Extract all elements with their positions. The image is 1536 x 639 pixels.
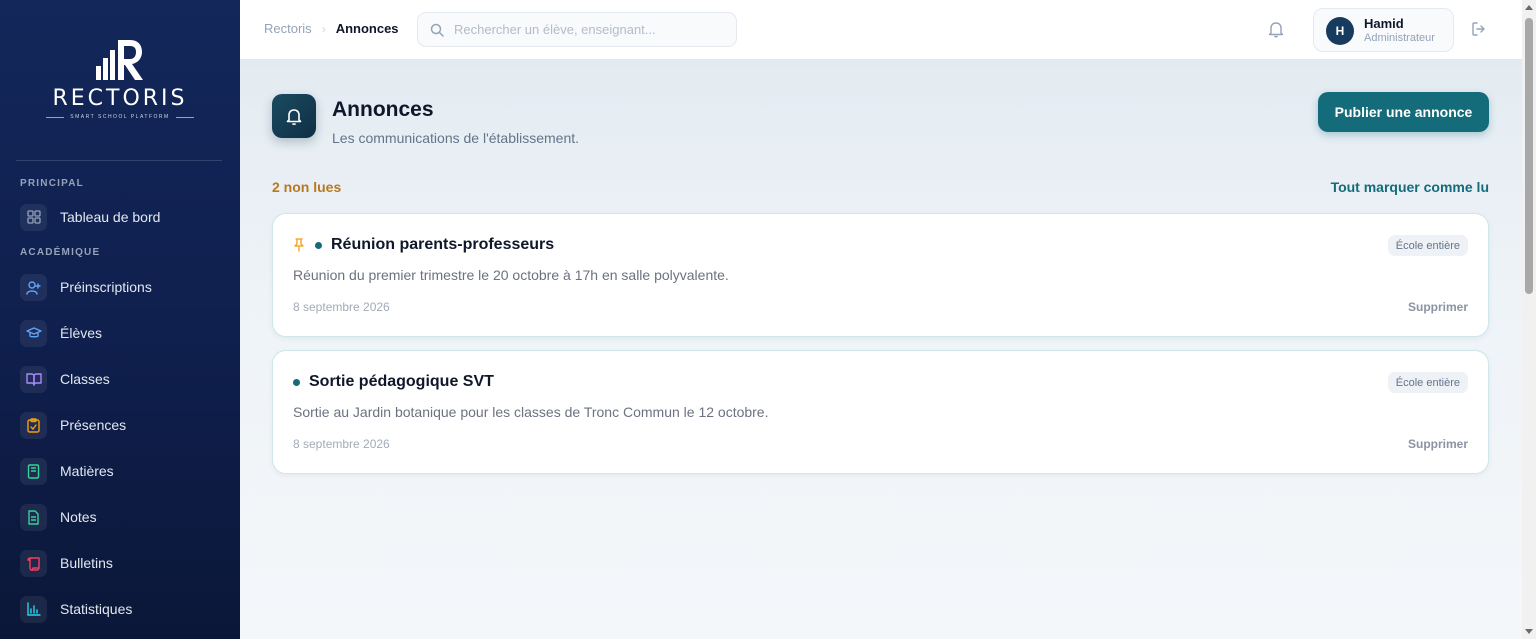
brand-name: RECTORIS bbox=[52, 86, 188, 111]
scroll-up-arrow-icon[interactable] bbox=[1525, 5, 1533, 10]
top-bar: Rectoris › Annonces H Hamid Administrate… bbox=[240, 0, 1522, 60]
publish-announcement-button[interactable]: Publier une annonce bbox=[1318, 92, 1489, 132]
sidebar-divider bbox=[16, 160, 222, 161]
mark-all-read-link[interactable]: Tout marquer comme lu bbox=[1331, 179, 1489, 195]
section-label-principal: PRINCIPAL bbox=[20, 178, 84, 189]
pin-icon bbox=[293, 238, 305, 252]
notifications-bell-icon[interactable] bbox=[1268, 20, 1284, 43]
logout-icon[interactable] bbox=[1471, 21, 1487, 42]
brand-tagline: SMART SCHOOL PLATFORM bbox=[70, 114, 170, 120]
sidebar-item-tableau-de-bord[interactable]: Tableau de bord bbox=[20, 203, 220, 231]
book-icon bbox=[20, 457, 47, 485]
page-subtitle: Les communications de l'établissement. bbox=[332, 130, 580, 146]
scroll-down-arrow-icon[interactable] bbox=[1525, 629, 1533, 634]
delete-announcement-button[interactable]: Supprimer bbox=[1408, 300, 1468, 314]
main-content: Annonces Les communications de l'établis… bbox=[240, 60, 1522, 639]
scroll-icon bbox=[20, 549, 47, 577]
search-icon bbox=[430, 23, 444, 37]
unread-dot bbox=[315, 241, 322, 249]
user-menu[interactable]: H Hamid Administrateur bbox=[1313, 8, 1454, 52]
page-title: Annonces bbox=[332, 98, 434, 121]
announcement-date: 8 septembre 2026 bbox=[293, 437, 390, 451]
book-open-icon bbox=[20, 365, 47, 393]
announcement-body: Sortie au Jardin botanique pour les clas… bbox=[293, 404, 769, 420]
file-text-icon bbox=[20, 503, 47, 531]
audience-badge: École entière bbox=[1387, 235, 1468, 256]
sidebar-item-label: Classes bbox=[60, 371, 110, 387]
sidebar-item-presences[interactable]: Présences bbox=[20, 411, 220, 439]
announcement-title: Sortie pédagogique SVT bbox=[309, 373, 494, 390]
rectoris-logo-icon bbox=[96, 40, 143, 80]
audience-badge: École entière bbox=[1387, 372, 1468, 393]
delete-announcement-button[interactable]: Supprimer bbox=[1408, 437, 1468, 451]
breadcrumb-current: Annonces bbox=[335, 21, 399, 36]
sidebar-item-label: Tableau de bord bbox=[60, 209, 161, 225]
sidebar-item-label: Présences bbox=[60, 417, 127, 433]
brand-logo[interactable]: RECTORIS SMART SCHOOL PLATFORM bbox=[0, 36, 240, 126]
page-scrollbar[interactable] bbox=[1522, 0, 1536, 639]
sidebar-item-matieres[interactable]: Matières bbox=[20, 457, 220, 485]
breadcrumb-root-link[interactable]: Rectoris bbox=[264, 21, 312, 36]
sidebar-item-label: Élèves bbox=[60, 325, 103, 341]
breadcrumb: Rectoris › Annonces bbox=[264, 21, 399, 36]
user-role: Administrateur bbox=[1364, 32, 1435, 44]
clipboard-check-icon bbox=[20, 411, 47, 439]
unread-dot bbox=[293, 378, 300, 386]
sidebar-item-label: Préinscriptions bbox=[60, 279, 152, 295]
sidebar-item-eleves[interactable]: Élèves bbox=[20, 319, 220, 347]
sidebar-item-bulletins[interactable]: Bulletins bbox=[20, 549, 220, 577]
bell-icon bbox=[272, 94, 316, 138]
announcement-title: Réunion parents-professeurs bbox=[331, 236, 555, 253]
user-plus-icon bbox=[20, 273, 47, 301]
scrollbar-thumb[interactable] bbox=[1525, 18, 1533, 294]
dashboard-grid-icon bbox=[20, 203, 47, 231]
announcement-date: 8 septembre 2026 bbox=[293, 300, 390, 314]
unread-count: 2 non lues bbox=[272, 179, 342, 195]
sidebar-item-label: Notes bbox=[60, 509, 97, 525]
sidebar-item-label: Statistiques bbox=[60, 601, 133, 617]
user-name: Hamid bbox=[1364, 16, 1404, 31]
sidebar-item-preinscriptions[interactable]: Préinscriptions bbox=[20, 273, 220, 301]
chevron-right-icon: › bbox=[321, 21, 326, 36]
sidebar-item-label: Bulletins bbox=[60, 555, 113, 571]
search-input[interactable] bbox=[454, 22, 724, 37]
sidebar-item-notes[interactable]: Notes bbox=[20, 503, 220, 531]
announcement-card[interactable]: Sortie pédagogique SVT École entière Sor… bbox=[272, 350, 1489, 474]
announcement-card[interactable]: Réunion parents-professeurs École entièr… bbox=[272, 213, 1489, 337]
bar-chart-icon bbox=[20, 595, 47, 623]
avatar: H bbox=[1326, 17, 1354, 45]
sidebar-item-classes[interactable]: Classes bbox=[20, 365, 220, 393]
sidebar: RECTORIS SMART SCHOOL PLATFORM PRINCIPAL… bbox=[0, 0, 240, 639]
search-box[interactable] bbox=[417, 12, 737, 47]
sidebar-item-label: Matières bbox=[60, 463, 114, 479]
announcement-body: Réunion du premier trimestre le 20 octob… bbox=[293, 267, 729, 283]
graduation-cap-icon bbox=[20, 319, 47, 347]
section-label-academique: ACADÉMIQUE bbox=[20, 247, 101, 258]
sidebar-item-statistiques[interactable]: Statistiques bbox=[20, 595, 220, 623]
